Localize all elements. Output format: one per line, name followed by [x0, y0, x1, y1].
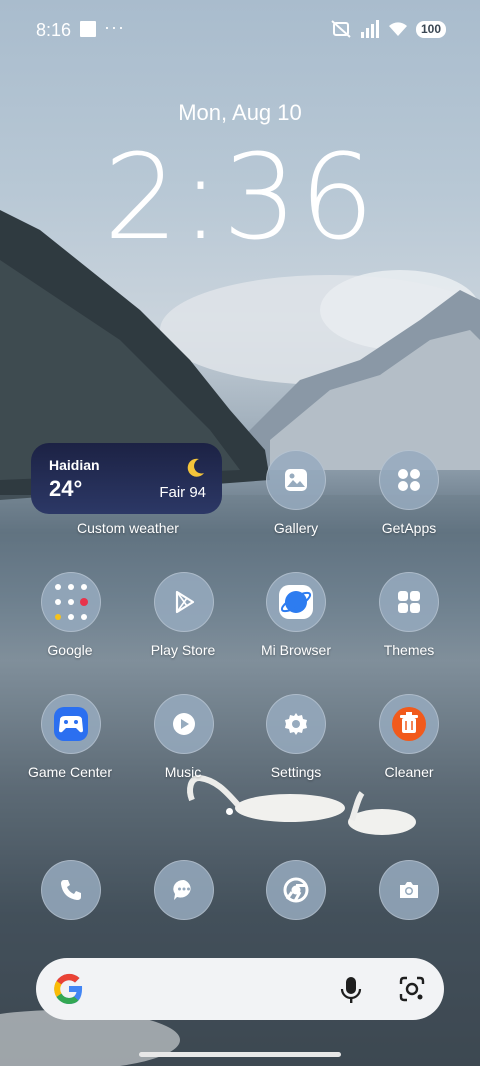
phone-icon: [61, 880, 81, 900]
status-bar: 8:16 ··· 100: [0, 0, 480, 60]
page-indicator: [226, 808, 233, 815]
weather-widget[interactable]: Haidian 24° Fair 94: [31, 443, 222, 514]
gallery-label: Gallery: [273, 520, 319, 536]
play-store-icon: [175, 590, 195, 614]
game-center-icon: [54, 707, 88, 741]
google-g-icon[interactable]: [52, 971, 86, 1007]
dock-camera[interactable]: [379, 860, 439, 920]
weather-widget-label: Custom weather: [77, 520, 179, 536]
play-store-app[interactable]: [154, 572, 214, 632]
chrome-icon: [283, 877, 309, 903]
themes-label: Themes: [383, 642, 435, 658]
google-folder[interactable]: [41, 572, 101, 632]
signal-icon: [360, 20, 379, 38]
lens-icon[interactable]: [398, 975, 426, 1003]
dock-chrome[interactable]: [266, 860, 326, 920]
notification-icon: [80, 21, 96, 37]
mic-icon[interactable]: [340, 976, 362, 1004]
wifi-icon: [388, 22, 407, 36]
getapps-app[interactable]: [379, 450, 439, 510]
cleaner-label: Cleaner: [384, 764, 434, 780]
mi-browser-app[interactable]: [266, 572, 326, 632]
themes-app[interactable]: [379, 572, 439, 632]
mi-browser-label: Mi Browser: [260, 642, 331, 658]
music-label: Music: [164, 764, 202, 780]
mute-vibrate-icon: [331, 20, 351, 38]
more-notifications-icon: ···: [104, 17, 125, 37]
music-icon: [173, 713, 195, 735]
getapps-label: GetApps: [381, 520, 437, 536]
camera-icon: [400, 882, 418, 898]
play-store-label: Play Store: [150, 642, 216, 658]
getapps-icon: [398, 469, 420, 491]
messages-icon: [173, 879, 191, 900]
gallery-app[interactable]: [266, 450, 326, 510]
weather-location: Haidian: [49, 457, 100, 473]
cleaner-app[interactable]: [379, 694, 439, 754]
date-display[interactable]: Mon, Aug 10: [0, 100, 480, 126]
music-app[interactable]: [154, 694, 214, 754]
settings-app[interactable]: [266, 694, 326, 754]
google-label: Google: [47, 642, 93, 658]
gallery-icon: [285, 469, 307, 491]
weather-condition: Fair 94: [159, 484, 206, 501]
gesture-navigation-bar[interactable]: [139, 1052, 341, 1057]
game-center-app[interactable]: [41, 694, 101, 754]
mi-browser-icon: [279, 585, 313, 619]
weather-temperature: 24°: [49, 476, 83, 501]
cleaner-icon: [392, 707, 426, 741]
gear-icon: [285, 713, 307, 735]
google-search-bar[interactable]: [36, 958, 444, 1020]
status-time: 8:16: [36, 20, 72, 40]
dock-phone[interactable]: [41, 860, 101, 920]
moon-icon: [187, 458, 204, 477]
dock-messages[interactable]: [154, 860, 214, 920]
google-folder-icon: [55, 584, 88, 620]
battery-indicator: 100: [415, 20, 446, 38]
game-center-label: Game Center: [27, 764, 113, 780]
clock-display[interactable]: 2:36: [0, 128, 480, 266]
settings-label: Settings: [270, 764, 322, 780]
themes-icon: [398, 591, 420, 613]
